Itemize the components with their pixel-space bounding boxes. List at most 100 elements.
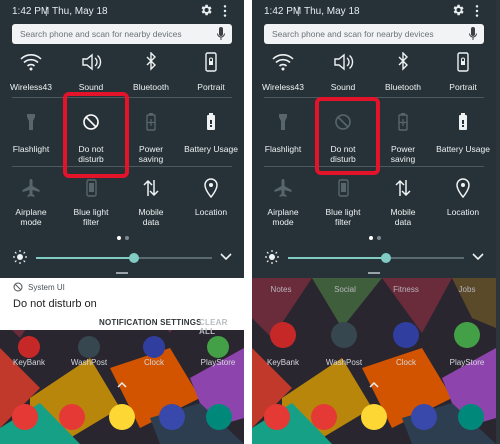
gear-icon[interactable]	[451, 3, 465, 17]
tile-battery-usage[interactable]: Battery Usage	[434, 110, 492, 164]
tile-label: Wireless43	[9, 82, 53, 92]
page-dot	[125, 236, 129, 240]
folder-label: Jobs	[458, 285, 476, 294]
snapchat-icon[interactable]	[109, 404, 135, 430]
brightness-slider-thumb[interactable]	[381, 253, 391, 263]
clear-all-button[interactable]: CLEAR ALL	[199, 318, 244, 336]
clock-icon[interactable]	[143, 336, 165, 358]
tile-label-line2: mode	[20, 217, 42, 227]
keybank-icon[interactable]	[270, 322, 296, 348]
gear-icon[interactable]	[199, 3, 213, 17]
flashlight-icon	[27, 114, 35, 130]
panel-drag-handle[interactable]	[116, 272, 128, 274]
tile-label: Bluetooth	[385, 82, 421, 92]
app-label: KeyBank	[266, 358, 300, 367]
location-icon	[456, 178, 470, 198]
status-date: Thu, May 18	[52, 6, 108, 17]
tile-wireless[interactable]: Wireless43	[254, 50, 312, 94]
tile-label-line1: Airplane	[15, 207, 47, 217]
bluetooth-icon	[146, 52, 156, 71]
snapchat-icon[interactable]	[361, 404, 387, 430]
tile-airplane-mode[interactable]: Airplane mode	[254, 176, 312, 230]
tile-blue-light-filter[interactable]: Blue light filter	[62, 176, 120, 230]
search-bar[interactable]: Search phone and scan for nearby devices	[264, 24, 484, 44]
status-time: 1:42 PM	[12, 6, 50, 17]
portrait-lock-icon	[205, 52, 217, 72]
washpost-icon[interactable]	[78, 336, 100, 358]
pocketcasts-icon[interactable]	[59, 404, 85, 430]
slides-icon[interactable]	[206, 404, 232, 430]
tile-wireless[interactable]: Wireless43	[2, 50, 60, 94]
status-separator: |	[45, 6, 48, 17]
tile-location[interactable]: Location	[434, 176, 492, 230]
tile-label: Portrait	[197, 82, 225, 92]
search-bar[interactable]: Search phone and scan for nearby devices	[12, 24, 232, 44]
tile-bluetooth[interactable]: Bluetooth	[374, 50, 432, 94]
quick-settings-panel-left: 1:42 PM | Thu, May 18 Search phone and s…	[0, 0, 244, 444]
highlight-box	[63, 92, 129, 178]
browser-icon[interactable]	[411, 404, 437, 430]
tile-sound[interactable]: Sound	[314, 50, 372, 94]
chevron-down-icon[interactable]	[471, 251, 485, 263]
playstore-icon[interactable]	[207, 336, 229, 358]
camera-icon[interactable]	[264, 404, 290, 430]
tile-airplane-mode[interactable]: Airplane mode	[2, 176, 60, 230]
playstore-icon[interactable]	[454, 322, 480, 348]
camera-icon[interactable]	[12, 404, 38, 430]
battery-saver-icon	[398, 113, 408, 131]
notification-title: Do not disturb on	[13, 298, 97, 310]
mic-icon[interactable]	[216, 27, 226, 41]
tile-label-line2: saving	[138, 154, 164, 164]
washpost-icon[interactable]	[331, 322, 357, 348]
wifi-icon	[20, 54, 42, 71]
app-label: Clock	[143, 358, 164, 367]
pocketcasts-icon[interactable]	[311, 404, 337, 430]
phone-icon	[86, 179, 97, 197]
tile-mobile-data[interactable]: Mobile data	[374, 176, 432, 230]
tile-location[interactable]: Location	[182, 176, 240, 230]
search-placeholder: Search phone and scan for nearby devices	[20, 29, 182, 39]
tile-power-saving[interactable]: Power saving	[122, 110, 180, 164]
tile-label-line1: Power	[138, 144, 164, 154]
tile-power-saving[interactable]: Power saving	[374, 110, 432, 164]
clock-icon[interactable]	[393, 322, 419, 348]
tile-portrait[interactable]: Portrait	[434, 50, 492, 94]
tile-portrait[interactable]: Portrait	[182, 50, 240, 94]
page-dot	[377, 236, 381, 240]
brightness-track-filled	[36, 257, 133, 259]
brightness-track-empty	[385, 257, 464, 259]
app-label: PlayStore	[449, 358, 485, 367]
tile-label-line2: data	[394, 217, 412, 227]
slides-icon[interactable]	[458, 404, 484, 430]
tile-label-line1: Blue light	[325, 207, 361, 217]
bluetooth-icon	[398, 52, 408, 71]
chevron-up-icon[interactable]	[117, 381, 127, 389]
notification-card[interactable]: System UI Do not disturb on NOTIFICATION…	[0, 278, 244, 336]
tile-label: Wireless43	[261, 82, 305, 92]
airplane-icon	[22, 179, 40, 197]
chevron-down-icon[interactable]	[219, 251, 233, 263]
brightness-slider-thumb[interactable]	[129, 253, 139, 263]
browser-icon[interactable]	[159, 404, 185, 430]
tile-battery-usage[interactable]: Battery Usage	[182, 110, 240, 164]
tile-flashlight[interactable]: Flashlight	[254, 110, 312, 164]
tile-mobile-data[interactable]: Mobile data	[122, 176, 180, 230]
tile-blue-light-filter[interactable]: Blue light filter	[314, 176, 372, 230]
more-vert-icon[interactable]	[222, 4, 228, 18]
notification-settings-button[interactable]: NOTIFICATION SETTINGS	[99, 318, 202, 327]
more-vert-icon[interactable]	[474, 4, 480, 18]
chevron-up-icon[interactable]	[369, 381, 379, 389]
notification-app-name: System UI	[28, 283, 65, 292]
keybank-icon[interactable]	[18, 336, 40, 358]
mobile-data-icon	[143, 179, 159, 197]
tile-label-line1: Mobile	[138, 207, 164, 217]
panel-drag-handle[interactable]	[368, 272, 380, 274]
status-time: 1:42 PM	[264, 6, 302, 17]
tile-sound[interactable]: Sound	[62, 50, 120, 94]
mic-icon[interactable]	[468, 27, 478, 41]
highlight-box	[315, 97, 380, 175]
tile-flashlight[interactable]: Flashlight	[2, 110, 60, 164]
status-separator: |	[297, 6, 300, 17]
tile-bluetooth[interactable]: Bluetooth	[122, 50, 180, 94]
folder-label: Social	[334, 285, 356, 294]
